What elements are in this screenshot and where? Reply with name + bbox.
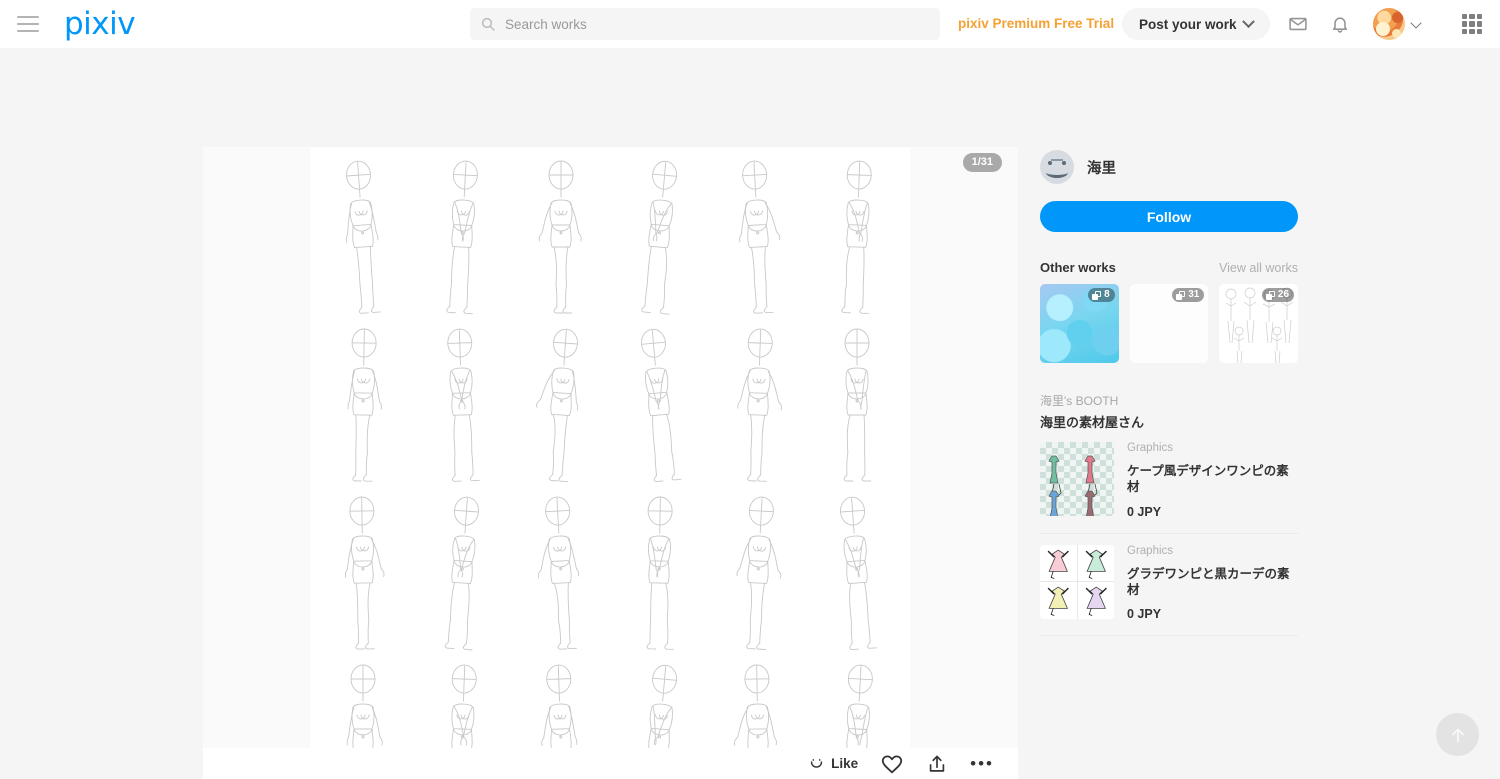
- post-your-work-button[interactable]: Post your work: [1122, 8, 1270, 40]
- search-input[interactable]: [505, 16, 905, 32]
- sheets-icon: [1265, 290, 1275, 300]
- booth-section: 海里's BOOTH 海里の素材屋さん Graphics ケープ風デザインワンピ…: [1040, 392, 1298, 636]
- dress-sprites: [1048, 455, 1098, 516]
- booth-item-name: グラデワンピと黒カーデの素材: [1127, 566, 1290, 597]
- page-body: 1/31 Like ••• 海里 Follow Other works View…: [0, 128, 1500, 779]
- pose-figure: [807, 489, 906, 657]
- like-smile-icon: [810, 759, 823, 768]
- pose-figure: [610, 321, 709, 489]
- pose-figure: [709, 153, 808, 321]
- user-menu-chevron-down-icon[interactable]: [1410, 17, 1422, 29]
- pose-reference-grid: [310, 147, 910, 779]
- like-label: Like: [831, 756, 859, 771]
- pose-figure: [807, 153, 906, 321]
- artist-row: 海里: [1040, 150, 1298, 184]
- pose-figure: [511, 489, 610, 657]
- pose-figure: [314, 153, 413, 321]
- page-count-value: 26: [1277, 289, 1290, 300]
- booth-shop-name[interactable]: 海里の素材屋さん: [1040, 412, 1298, 431]
- more-options-button[interactable]: •••: [970, 755, 994, 772]
- pose-figure: [413, 153, 512, 321]
- view-all-works-link[interactable]: View all works: [1219, 261, 1298, 275]
- pose-figure: [709, 321, 808, 489]
- artwork-viewer[interactable]: 1/31: [203, 147, 1018, 779]
- booth-item-category: Graphics: [1127, 544, 1174, 557]
- page-count-badge: 26: [1261, 288, 1295, 302]
- pose-figure: [314, 489, 413, 657]
- other-works-title: Other works: [1040, 260, 1116, 275]
- work-thumbnail[interactable]: 8: [1040, 284, 1119, 363]
- page-count-badge: 8: [1088, 288, 1115, 302]
- pixiv-logo[interactable]: pixiv: [64, 8, 136, 40]
- sidebar: 海里 Follow Other works View all works 8 3…: [1040, 150, 1299, 636]
- follow-button[interactable]: Follow: [1040, 201, 1298, 232]
- search-box[interactable]: [470, 8, 940, 40]
- booth-item-name: ケープ風デザインワンピの素材: [1127, 464, 1289, 495]
- pose-figure: [511, 153, 610, 321]
- pose-figure: [610, 489, 709, 657]
- other-works-header: Other works View all works: [1040, 260, 1298, 275]
- booth-item-thumbnail: [1040, 544, 1114, 619]
- work-thumbnail[interactable]: 26: [1219, 284, 1299, 363]
- scroll-to-top-button[interactable]: [1436, 713, 1479, 756]
- user-avatar[interactable]: [1373, 8, 1405, 40]
- like-button[interactable]: Like: [808, 755, 858, 772]
- booth-item-category: Graphics: [1127, 442, 1174, 454]
- pose-figure: [511, 321, 610, 489]
- artwork-image[interactable]: [310, 147, 910, 779]
- work-thumbnail[interactable]: 31: [1129, 284, 1209, 363]
- page-counter-badge: 1/31: [962, 153, 1002, 172]
- apps-grid-icon[interactable]: [1462, 14, 1482, 34]
- page-count-value: 8: [1104, 289, 1110, 300]
- page-count-badge: 31: [1172, 288, 1205, 302]
- other-works-thumbnails: 8 31 26: [1040, 284, 1299, 363]
- booth-item-info: Graphics グラデワンピと黒カーデの素材 0 JPY: [1127, 545, 1298, 622]
- pose-figure: [314, 321, 413, 489]
- post-your-work-label: Post your work: [1139, 16, 1237, 32]
- dress-quad-grid: [1040, 544, 1114, 619]
- site-header: pixiv pixiv Premium Free Trial Post your…: [0, 0, 1500, 48]
- booth-item[interactable]: Graphics グラデワンピと黒カーデの素材 0 JPY: [1040, 544, 1298, 636]
- pose-figure: [807, 321, 906, 489]
- heart-outline-icon: [882, 755, 903, 773]
- bell-icon[interactable]: [1330, 14, 1350, 34]
- premium-free-trial-link[interactable]: pixiv Premium Free Trial: [958, 16, 1114, 31]
- more-dots-icon: •••: [970, 754, 994, 773]
- bookmark-button[interactable]: [880, 752, 904, 776]
- booth-item-price: 0 JPY: [1127, 504, 1162, 519]
- booth-item-info: Graphics ケープ風デザインワンピの素材 0 JPY: [1127, 442, 1298, 519]
- hamburger-menu-icon[interactable]: [17, 16, 39, 32]
- sheets-icon: [1176, 290, 1186, 300]
- booth-item[interactable]: Graphics ケープ風デザインワンピの素材 0 JPY: [1040, 442, 1298, 534]
- booth-item-thumbnail: [1040, 442, 1114, 516]
- pose-figure: [709, 489, 808, 657]
- artwork-action-bar: Like •••: [203, 748, 1018, 779]
- booth-item-price: 0 JPY: [1127, 607, 1162, 621]
- arrow-up-icon: [1451, 728, 1464, 742]
- pose-figure: [610, 153, 709, 321]
- share-button[interactable]: [926, 753, 948, 775]
- search-icon: [481, 17, 495, 31]
- mail-icon[interactable]: [1288, 14, 1308, 34]
- chevron-down-icon: [1241, 14, 1255, 28]
- pose-figure: [413, 489, 512, 657]
- booth-owner-label: 海里's BOOTH: [1040, 394, 1119, 408]
- pose-figure: [413, 321, 512, 489]
- page-count-value: 31: [1188, 289, 1200, 300]
- artist-name[interactable]: 海里: [1087, 157, 1116, 178]
- share-icon: [929, 755, 945, 772]
- artist-avatar[interactable]: [1040, 150, 1074, 184]
- sheets-icon: [1092, 290, 1102, 300]
